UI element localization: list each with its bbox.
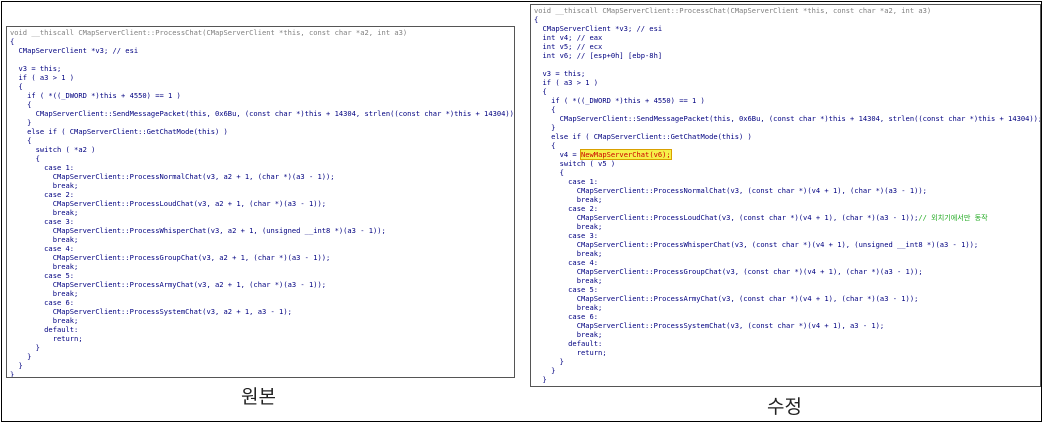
original-caption: 원본 — [241, 386, 276, 408]
modified-code-line: return; — [534, 348, 607, 357]
original-code-line: break; — [10, 235, 79, 244]
original-code-listing: void __thiscall CMapServerClient::Proces… — [10, 28, 515, 378]
original-code-line: if ( a3 > 1 ) — [10, 73, 75, 82]
original-code-line: } — [10, 343, 40, 352]
original-code-line: break; — [10, 208, 79, 217]
modified-code-line: case 6: — [534, 312, 599, 321]
modified-code-line: if ( *((_DWORD *)this + 4550) == 1 ) — [534, 96, 705, 105]
modified-code-line: break; — [534, 303, 603, 312]
modified-code-line: break; — [534, 276, 603, 285]
modified-code-line: int v4; // eax — [534, 33, 603, 42]
modified-code-line: { — [534, 141, 556, 150]
modified-code-line: case 5: — [534, 285, 599, 294]
original-code-line: } — [10, 361, 23, 370]
modified-code-line: case 2: — [534, 204, 599, 213]
original-code-line: CMapServerClient::ProcessSystemChat(v3, … — [10, 307, 292, 316]
modified-code-line: int v5; // ecx — [534, 42, 603, 51]
modified-code-line: default: — [534, 339, 603, 348]
modified-code-line: } — [534, 366, 556, 375]
original-code-line: default: — [10, 325, 79, 334]
modified-code-panel: void __thiscall CMapServerClient::Proces… — [530, 4, 1041, 387]
original-code-line: CMapServerClient::ProcessGroupChat(v3, a… — [10, 253, 331, 262]
original-code-line: CMapServerClient::ProcessArmyChat(v3, a2… — [10, 280, 327, 289]
modified-code-line: case 3: — [534, 231, 599, 240]
original-code-line: CMapServerClient::ProcessNormalChat(v3, … — [10, 172, 335, 181]
original-code-line: break; — [10, 289, 79, 298]
original-code-line: CMapServerClient::ProcessWhisperChat(v3,… — [10, 226, 386, 235]
original-code-line: if ( *((_DWORD *)this + 4550) == 1 ) — [10, 91, 181, 100]
modified-code-line: case 1: — [534, 177, 599, 186]
original-code-line: } — [10, 352, 32, 361]
original-code-line: case 4: — [10, 244, 75, 253]
original-code-line: v3 = this; — [10, 64, 62, 73]
modified-code-line: if ( a3 > 1 ) — [534, 78, 599, 87]
original-code-line: void __thiscall CMapServerClient::Proces… — [10, 28, 408, 37]
original-code-panel: void __thiscall CMapServerClient::Proces… — [6, 26, 515, 378]
modified-code-line: int v6; // [esp+0h] [ebp-8h] — [534, 51, 663, 60]
code-comment: // 외치기에서만 동작 — [918, 213, 988, 222]
original-code-line: case 2: — [10, 190, 75, 199]
original-code-line: { — [10, 100, 32, 109]
original-code-line: case 5: — [10, 271, 75, 280]
modified-code-line: { — [534, 87, 547, 96]
modified-caption: 수정 — [767, 396, 802, 418]
original-code-line: } — [10, 118, 32, 127]
modified-code-line: { — [534, 105, 556, 114]
modified-code-line: { — [534, 168, 564, 177]
modified-code-line: switch ( v5 ) — [534, 159, 616, 168]
original-code-line: CMapServerClient::SendMessagePacket(this… — [10, 109, 515, 118]
modified-code-line: CMapServerClient *v3; // esi — [534, 24, 663, 33]
modified-code-line: v3 = this; — [534, 69, 586, 78]
modified-code-line: CMapServerClient::ProcessGroupChat(v3, (… — [534, 267, 923, 276]
original-code-line: else if ( CMapServerClient::GetChatMode(… — [10, 127, 228, 136]
original-code-line: { — [10, 82, 23, 91]
modified-code-line: v4 = NewMapServerChat(v6); — [534, 149, 672, 160]
original-code-line: break; — [10, 181, 79, 190]
modified-code-line: break; — [534, 330, 603, 339]
original-code-line: CMapServerClient *v3; // esi — [10, 46, 139, 55]
original-code-line: break; — [10, 316, 79, 325]
modified-code-line: case 4: — [534, 258, 599, 267]
modified-code-line: CMapServerClient::ProcessLoudChat(v3, (c… — [534, 213, 988, 222]
modified-code-line: void __thiscall CMapServerClient::Proces… — [534, 6, 932, 15]
original-code-line: case 1: — [10, 163, 75, 172]
modified-code-line: CMapServerClient::ProcessWhisperChat(v3,… — [534, 240, 979, 249]
original-code-line: return; — [10, 334, 83, 343]
modified-code-line: CMapServerClient::ProcessSystemChat(v3, … — [534, 321, 885, 330]
original-code-line: { — [10, 136, 32, 145]
original-code-line: switch ( *a2 ) — [10, 145, 96, 154]
modified-code-line: { — [534, 15, 539, 24]
highlighted-call: NewMapServerChat(v6); — [579, 149, 672, 160]
modified-code-line: } — [534, 357, 564, 366]
original-code-line: break; — [10, 262, 79, 271]
modified-code-line — [534, 60, 1038, 69]
original-code-line — [10, 55, 512, 64]
modified-code-line: break; — [534, 222, 603, 231]
original-code-line: CMapServerClient::ProcessLoudChat(v3, a2… — [10, 199, 327, 208]
modified-code-line: CMapServerClient::SendMessagePacket(this… — [534, 114, 1041, 123]
original-code-line: { — [10, 154, 40, 163]
modified-code-listing: void __thiscall CMapServerClient::Proces… — [534, 6, 1041, 384]
modified-code-line: break; — [534, 195, 603, 204]
modified-code-line: CMapServerClient::ProcessNormalChat(v3, … — [534, 186, 927, 195]
modified-code-line: } — [534, 123, 556, 132]
original-code-line: case 6: — [10, 298, 75, 307]
modified-code-line: CMapServerClient::ProcessArmyChat(v3, (c… — [534, 294, 919, 303]
modified-code-line: } — [534, 375, 547, 384]
modified-code-line: break; — [534, 249, 603, 258]
original-code-line: { — [10, 37, 15, 46]
original-code-line: case 3: — [10, 217, 75, 226]
modified-code-line: else if ( CMapServerClient::GetChatMode(… — [534, 132, 752, 141]
original-code-line: } — [10, 370, 15, 378]
